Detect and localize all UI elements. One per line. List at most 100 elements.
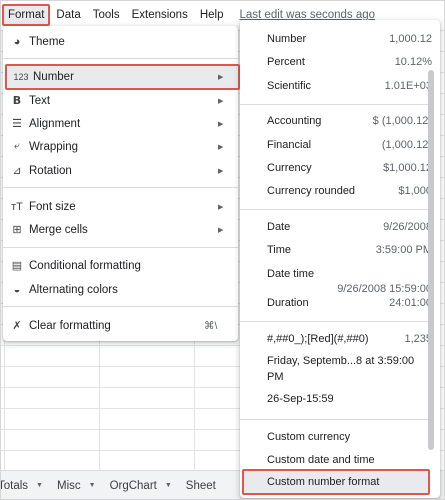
menu-divider (240, 321, 433, 322)
format-option-duration[interactable]: Duration 24:01:00 (267, 294, 432, 312)
tab-label: Sheet (185, 479, 216, 492)
format-label: Percent (267, 56, 305, 68)
format-option-accounting[interactable]: Accounting $ (1,000.12) (267, 112, 432, 130)
merge-icon: ⊞ (12, 224, 22, 236)
menu-item-merge-cells[interactable]: ⊞ Merge cells ▶ (3, 218, 238, 241)
conditional-format-icon: ▤ (11, 260, 23, 272)
menu-divider (240, 209, 433, 210)
menu-divider (3, 58, 238, 59)
menu-item-label: Font size (29, 200, 76, 213)
format-label: Accounting (267, 115, 322, 127)
menu-divider (3, 306, 238, 307)
submenu-arrow-icon: ▶ (218, 226, 224, 234)
format-option-custom-date-long[interactable]: Friday, Septemb...8 at 3:59:00 PM (267, 353, 432, 385)
sheet-tab-totals[interactable]: Totals ▼ (0, 471, 57, 500)
menu-item-label: Rotation (29, 164, 72, 177)
menu-data[interactable]: Data (50, 4, 86, 26)
submenu-arrow-icon: ▶ (218, 97, 224, 105)
format-label: #,##0_);[Red](#,##0) (267, 333, 369, 345)
format-example: (1,000.12) (381, 139, 432, 151)
custom-currency-option[interactable]: Custom currency (267, 428, 432, 446)
tab-label: OrgChart (109, 479, 157, 492)
menu-divider (3, 247, 238, 248)
menu-item-label: Conditional formatting (29, 259, 141, 272)
menu-item-label: Alternating colors (29, 283, 118, 296)
format-label: Date (267, 221, 291, 233)
caret-down-icon[interactable]: ▼ (165, 482, 172, 489)
submenu-arrow-icon: ▶ (218, 74, 224, 81)
sheet-tab-sheet[interactable]: Sheet (186, 471, 230, 500)
format-example: 3:59:00 PM (375, 244, 432, 256)
menu-item-conditional-formatting[interactable]: ▤ Conditional formatting (3, 254, 238, 277)
format-example: 9/26/2008 (383, 221, 432, 233)
menu-item-number[interactable]: 123 Number ▶ (5, 64, 240, 90)
format-label: Financial (267, 139, 312, 151)
font-size-icon: тT (11, 200, 23, 213)
tab-label: Totals (0, 479, 29, 492)
caret-down-icon[interactable]: ▼ (36, 482, 43, 489)
format-option-custom-number-1[interactable]: #,##0_);[Red](#,##0) 1,235 (267, 330, 432, 348)
custom-date-time-option[interactable]: Custom date and time (267, 451, 432, 469)
submenu-arrow-icon: ▶ (218, 167, 224, 175)
tab-label: Misc (56, 479, 81, 492)
format-label: Friday, Septemb...8 at 3:59:00 (267, 355, 415, 367)
menu-item-alignment[interactable]: ☰ Alignment ▶ (3, 112, 238, 135)
menu-divider (240, 104, 433, 105)
submenu-scrollbar[interactable] (428, 70, 434, 450)
custom-number-format-label-row: Custom number format (267, 473, 432, 491)
menu-help[interactable]: Help (194, 4, 230, 26)
menu-item-label: Text (29, 94, 51, 107)
menu-item-font-size[interactable]: тT Font size ▶ (3, 195, 238, 218)
format-option-currency[interactable]: Currency $1,000.12 (267, 159, 432, 177)
sheet-tab-misc[interactable]: Misc ▼ (57, 471, 110, 500)
clear-format-icon: ✗ (12, 320, 22, 332)
format-label: Time (267, 244, 292, 256)
format-label: Custom date and time (267, 454, 375, 466)
shortcut-hint: ⌘\ (204, 319, 218, 332)
format-option-number[interactable]: Number 1,000.12 (267, 30, 432, 48)
menu-item-clear-formatting[interactable]: ✗ Clear formatting ⌘\ (3, 314, 238, 337)
format-option-financial[interactable]: Financial (1,000.12) (267, 136, 432, 154)
format-option-scientific[interactable]: Scientific 1.01E+03 (267, 77, 432, 95)
menu-divider (240, 419, 433, 420)
menu-item-label: Alignment (29, 117, 81, 130)
format-label: 26-Sep-15:59 (267, 393, 334, 405)
menu-item-alternating-colors[interactable]: ◒ Alternating colors (3, 278, 238, 301)
format-example: $1,000 (398, 185, 432, 197)
format-example: 1.01E+03 (384, 80, 432, 92)
submenu-arrow-icon: ▶ (218, 120, 224, 128)
menu-item-rotation[interactable]: ⊿ Rotation ▶ (3, 159, 238, 182)
number-format-submenu: Number 1,000.12 Percent 10.12% Scientifi… (240, 20, 440, 498)
caret-down-icon[interactable]: ▼ (89, 482, 96, 489)
format-option-date[interactable]: Date 9/26/2008 (267, 218, 432, 236)
menu-item-label: Number (33, 71, 74, 83)
format-label: Number (267, 33, 307, 45)
rotate-icon: ⊿ (12, 165, 22, 177)
format-example: 10.12% (394, 56, 432, 68)
format-option-currency-rounded[interactable]: Currency rounded $1,000 (267, 182, 432, 200)
submenu-arrow-icon: ▶ (218, 143, 224, 151)
menu-extensions[interactable]: Extensions (126, 4, 194, 26)
format-option-custom-date-short[interactable]: 26-Sep-15:59 (267, 391, 432, 407)
menu-item-text[interactable]: B Text ▶ (3, 89, 238, 112)
format-label: Custom number format (267, 476, 380, 488)
number-format-icon: 123 (13, 72, 29, 82)
format-label: Custom currency (267, 431, 351, 443)
menu-divider (3, 187, 238, 188)
menu-tools[interactable]: Tools (87, 4, 126, 26)
menu-item-wrapping[interactable]: ⤶ Wrapping ▶ (3, 135, 238, 158)
menu-item-label: Theme (29, 35, 65, 48)
submenu-arrow-icon: ▶ (218, 203, 224, 211)
menu-item-label: Wrapping (29, 140, 79, 153)
sheet-tab-orgchart[interactable]: OrgChart ▼ (110, 471, 186, 500)
menu-item-theme[interactable]: ◕ Theme (3, 30, 238, 53)
align-icon: ☰ (12, 118, 22, 130)
format-menu: ◕ Theme 123 Number ▶ B Text ▶ ☰ Alignmen… (3, 26, 240, 341)
format-label: Scientific (267, 80, 312, 92)
format-option-time[interactable]: Time 3:59:00 PM (267, 241, 432, 259)
format-option-percent[interactable]: Percent 10.12% (267, 53, 432, 71)
menu-format[interactable]: Format (2, 4, 51, 26)
format-label: Date time (267, 268, 315, 280)
format-example: 24:01:00 (389, 297, 432, 309)
menu-item-label: Merge cells (29, 223, 88, 236)
